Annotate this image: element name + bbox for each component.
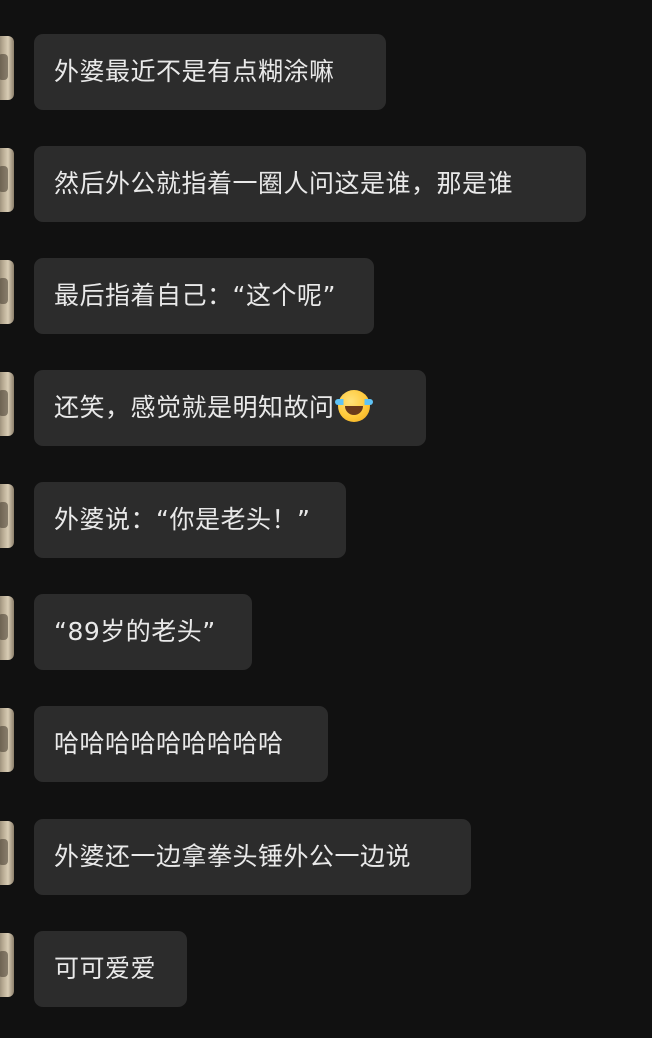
avatar[interactable]: [0, 36, 14, 100]
message-bubble[interactable]: 可可爱爱: [34, 931, 187, 1007]
avatar[interactable]: [0, 260, 14, 324]
message-row: 外婆说：“你是老头！”: [0, 482, 652, 558]
message-bubble[interactable]: 外婆说：“你是老头！”: [34, 482, 346, 558]
avatar[interactable]: [0, 484, 14, 548]
message-text: 外婆还一边拿拳头锤外公一边说: [54, 842, 412, 871]
message-bubble[interactable]: 还笑，感觉就是明知故问: [34, 370, 426, 446]
message-row: 可可爱爱: [0, 931, 652, 1007]
message-text: 还笑，感觉就是明知故问: [54, 393, 335, 422]
message-row: “89岁的老头”: [0, 594, 652, 670]
avatar[interactable]: [0, 821, 14, 885]
message-bubble[interactable]: 最后指着自己：“这个呢”: [34, 258, 374, 334]
face-with-tears-of-joy-icon: [334, 390, 373, 422]
message-text: 然后外公就指着一圈人问这是谁，那是谁: [54, 169, 514, 198]
message-row: 最后指着自己：“这个呢”: [0, 258, 652, 334]
message-bubble[interactable]: 哈哈哈哈哈哈哈哈哈: [34, 706, 328, 782]
message-row: 然后外公就指着一圈人问这是谁，那是谁: [0, 146, 652, 222]
message-bubble[interactable]: 然后外公就指着一圈人问这是谁，那是谁: [34, 146, 586, 222]
message-row: 外婆还一边拿拳头锤外公一边说: [0, 819, 652, 895]
message-row: 外婆最近不是有点糊涂嘛: [0, 34, 652, 110]
message-text: 外婆最近不是有点糊涂嘛: [54, 57, 335, 86]
avatar[interactable]: [0, 148, 14, 212]
message-bubble[interactable]: 外婆还一边拿拳头锤外公一边说: [34, 819, 471, 895]
avatar[interactable]: [0, 372, 14, 436]
message-text: 哈哈哈哈哈哈哈哈哈: [54, 729, 284, 758]
avatar[interactable]: [0, 708, 14, 772]
message-row: 还笑，感觉就是明知故问: [0, 370, 652, 446]
chat-message-list: 外婆最近不是有点糊涂嘛 然后外公就指着一圈人问这是谁，那是谁 最后指着自己：“这…: [0, 0, 652, 1038]
message-text: 最后指着自己：“这个呢”: [54, 281, 336, 310]
message-text: “89岁的老头”: [54, 617, 216, 646]
message-text: 外婆说：“你是老头！”: [54, 505, 311, 534]
message-text: 可可爱爱: [54, 954, 157, 983]
message-bubble[interactable]: “89岁的老头”: [34, 594, 252, 670]
avatar[interactable]: [0, 933, 14, 997]
message-bubble[interactable]: 外婆最近不是有点糊涂嘛: [34, 34, 386, 110]
message-row: 哈哈哈哈哈哈哈哈哈: [0, 706, 652, 782]
avatar[interactable]: [0, 596, 14, 660]
